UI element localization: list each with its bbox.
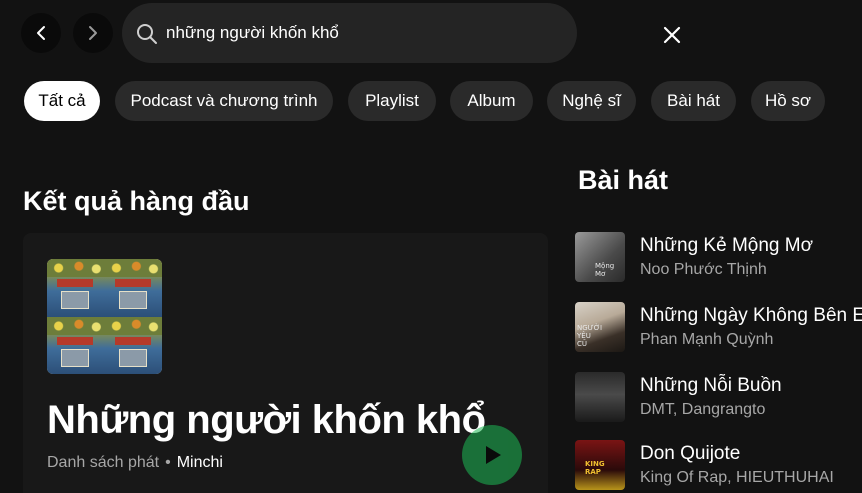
song-artist[interactable]: DMT, Dangrangto bbox=[640, 401, 765, 419]
search-icon bbox=[137, 24, 157, 44]
search-input[interactable] bbox=[166, 19, 526, 47]
song-artist[interactable]: King Of Rap, HIEUTHUHAI bbox=[640, 469, 834, 487]
chevron-right-icon bbox=[89, 26, 97, 40]
song-thumbnail: NGƯỜI YÊU CŨ bbox=[575, 302, 625, 352]
playlist-cover bbox=[47, 259, 162, 374]
result-type-label: Danh sách phát bbox=[47, 454, 160, 471]
song-title[interactable]: Những Ngày Không Bên Em bbox=[640, 305, 862, 327]
filter-chip-songs[interactable]: Bài hát bbox=[651, 81, 736, 121]
top-result-meta: Danh sách phát • Minchi bbox=[47, 454, 223, 472]
play-icon bbox=[486, 446, 501, 464]
thumbnail-text: KING RAP bbox=[585, 460, 605, 476]
close-icon[interactable] bbox=[662, 25, 682, 45]
song-artist[interactable]: Phan Mạnh Quỳnh bbox=[640, 331, 773, 349]
song-thumbnail: KING RAP bbox=[575, 440, 625, 490]
song-title[interactable]: Don Quijote bbox=[640, 443, 740, 465]
top-result-title[interactable]: Những người khốn khổ bbox=[47, 398, 486, 443]
forward-button[interactable] bbox=[73, 13, 113, 53]
filter-chip-podcasts[interactable]: Podcast và chương trình bbox=[115, 81, 333, 121]
song-row[interactable]: Mộng Mơ Những Kẻ Mộng Mơ Noo Phước Thịnh bbox=[575, 232, 862, 284]
playlist-owner-link[interactable]: Minchi bbox=[177, 454, 223, 471]
top-result-card[interactable]: Những người khốn khổ Danh sách phát • Minc… bbox=[23, 233, 548, 493]
song-row[interactable]: KING RAP Don Quijote King Of Rap, HIEUTH… bbox=[575, 440, 862, 492]
filter-chip-albums[interactable]: Album bbox=[450, 81, 533, 121]
play-button[interactable] bbox=[462, 425, 522, 485]
thumbnail-text: NGƯỜI YÊU CŨ bbox=[577, 324, 603, 348]
thumbnail-text: Mộng Mơ bbox=[595, 262, 615, 278]
song-thumbnail bbox=[575, 372, 625, 422]
filter-chip-artists[interactable]: Nghệ sĩ bbox=[547, 81, 636, 121]
song-thumbnail: Mộng Mơ bbox=[575, 232, 625, 282]
filter-chip-playlists[interactable]: Playlist bbox=[348, 81, 436, 121]
songs-heading[interactable]: Bài hát bbox=[578, 165, 668, 196]
song-row[interactable]: Những Nỗi Buồn DMT, Dangrangto bbox=[575, 372, 862, 424]
filter-chip-all[interactable]: Tất cả bbox=[24, 81, 100, 121]
meta-separator: • bbox=[165, 454, 171, 471]
song-title[interactable]: Những Nỗi Buồn bbox=[640, 375, 782, 397]
chevron-left-icon bbox=[37, 26, 45, 40]
filter-chip-profiles[interactable]: Hồ sơ bbox=[751, 81, 825, 121]
back-button[interactable] bbox=[21, 13, 61, 53]
top-result-heading: Kết quả hàng đầu bbox=[23, 186, 250, 216]
song-title[interactable]: Những Kẻ Mộng Mơ bbox=[640, 235, 813, 257]
song-artist[interactable]: Noo Phước Thịnh bbox=[640, 261, 767, 279]
song-row[interactable]: NGƯỜI YÊU CŨ Những Ngày Không Bên Em Pha… bbox=[575, 302, 862, 354]
search-bar bbox=[122, 3, 681, 63]
